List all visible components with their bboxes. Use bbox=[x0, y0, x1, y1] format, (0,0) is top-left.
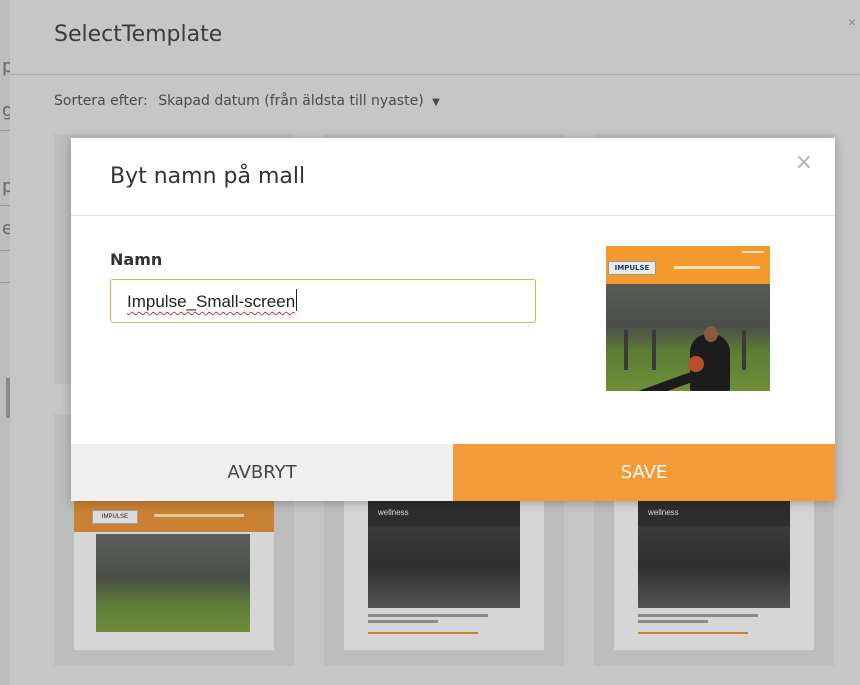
thumbnail-logo: wellness bbox=[378, 508, 409, 517]
sort-control[interactable]: Sortera efter: Skapad datum (från äldsta… bbox=[54, 93, 440, 109]
sort-value[interactable]: Skapad datum (från äldsta till nyaste) bbox=[158, 93, 423, 109]
divider bbox=[0, 282, 10, 283]
divider bbox=[0, 130, 10, 131]
preview-photo bbox=[606, 284, 770, 391]
modal-header: Byt namn på mall × bbox=[71, 138, 835, 216]
divider bbox=[10, 74, 860, 75]
rename-template-modal: Byt namn på mall × Namn Impulse_Small-sc… bbox=[71, 138, 835, 501]
thumbnail-photo bbox=[96, 534, 250, 632]
thumbnail-photo bbox=[368, 526, 520, 608]
name-field[interactable] bbox=[110, 279, 536, 323]
preview-nav bbox=[674, 266, 760, 269]
thumbnail-header: wellness bbox=[368, 500, 520, 526]
preview-ball bbox=[688, 356, 704, 372]
preview-rack bbox=[742, 330, 746, 370]
save-button[interactable]: SAVE bbox=[453, 444, 835, 501]
text-cursor bbox=[296, 289, 297, 311]
template-preview-image: IMPULSE bbox=[606, 246, 770, 391]
thumbnail-photo bbox=[638, 526, 790, 608]
panel-title: SelectTemplate bbox=[54, 22, 223, 47]
close-icon[interactable]: × bbox=[795, 150, 813, 175]
thumbnail-text bbox=[368, 620, 438, 623]
thumbnail-text bbox=[368, 614, 488, 617]
preview-person-head bbox=[704, 326, 718, 342]
preview-rack bbox=[624, 330, 628, 370]
thumbnail-logo: wellness bbox=[648, 508, 679, 517]
template-thumbnail: wellness bbox=[614, 500, 814, 650]
thumbnail-link bbox=[638, 632, 748, 634]
template-thumbnail: wellness bbox=[344, 500, 544, 650]
preview-topnav bbox=[742, 251, 764, 253]
sort-label: Sortera efter: bbox=[54, 93, 148, 109]
modal-title: Byt namn på mall bbox=[110, 164, 306, 189]
thumbnail-logo: IMPULSE bbox=[92, 510, 138, 524]
preview-person-legs bbox=[632, 371, 696, 391]
chevron-down-icon[interactable]: ▼ bbox=[432, 97, 440, 108]
name-field-label: Namn bbox=[110, 250, 163, 269]
thumbnail-link bbox=[368, 632, 478, 634]
thumbnail-text bbox=[638, 620, 708, 623]
thumbnail-text bbox=[638, 614, 758, 617]
divider bbox=[0, 250, 10, 251]
thumbnail-nav bbox=[154, 514, 244, 517]
panel-close-icon[interactable]: × bbox=[848, 14, 856, 30]
template-thumbnail: IMPULSE bbox=[74, 500, 274, 650]
preview-logo: IMPULSE bbox=[608, 261, 656, 275]
left-strip: p g p e bbox=[0, 0, 13, 685]
thumbnail-header: wellness bbox=[638, 500, 790, 526]
cancel-button[interactable]: AVBRYT bbox=[71, 444, 453, 501]
divider bbox=[0, 205, 10, 206]
preview-rack bbox=[652, 330, 656, 370]
